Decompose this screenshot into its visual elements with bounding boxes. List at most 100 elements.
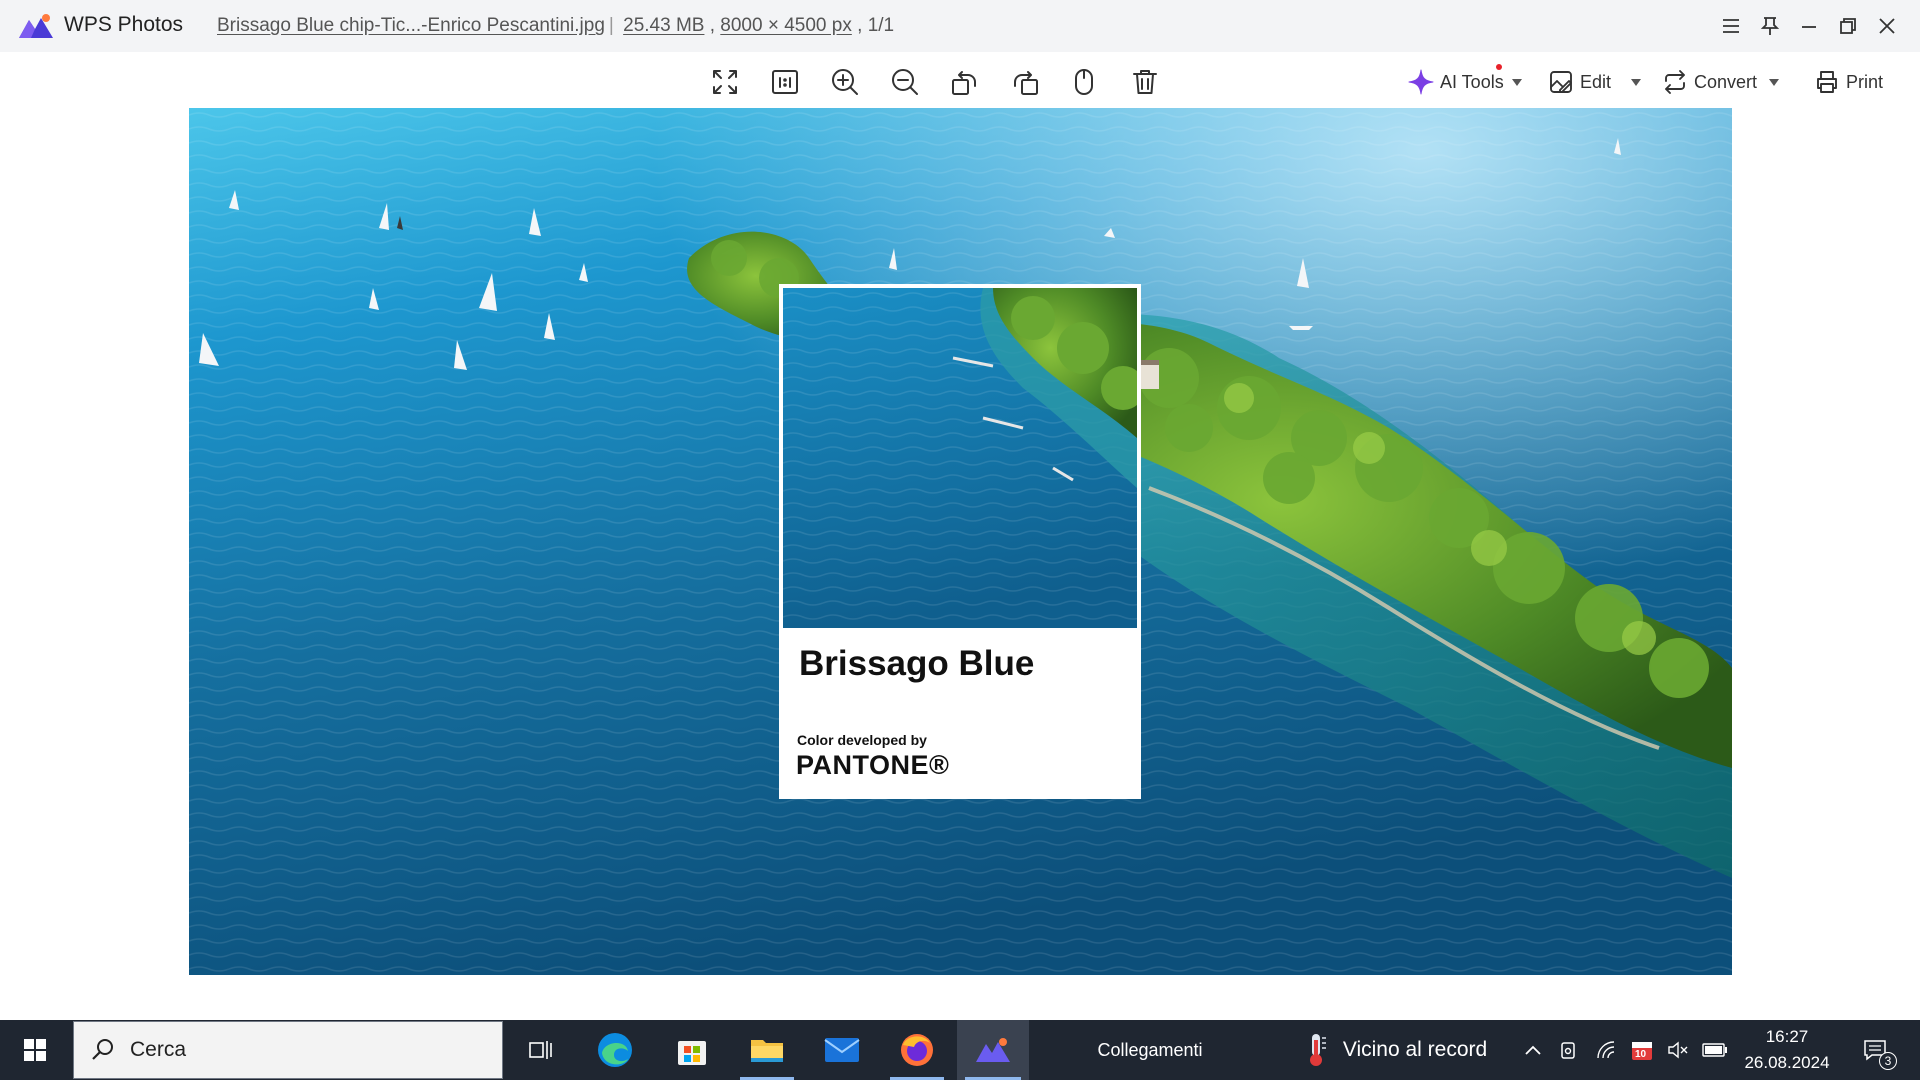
clock-time: 16:27 <box>1765 1027 1809 1046</box>
network-button[interactable] <box>1592 1020 1622 1080</box>
widgets-label: Collegamenti <box>1097 1039 1203 1060</box>
task-view-icon <box>529 1041 552 1059</box>
taskbar-search-box[interactable]: Cerca <box>73 1021 503 1079</box>
restore-button[interactable] <box>1828 8 1867 44</box>
volume-button[interactable] <box>1663 1020 1693 1080</box>
microsoft-store-icon <box>678 1041 706 1065</box>
new-badge-dot <box>1496 64 1502 70</box>
trash-icon <box>1133 70 1157 94</box>
mail-icon <box>824 1038 860 1062</box>
convert-menu[interactable]: Convert <box>1662 64 1780 100</box>
card-photo-window <box>783 288 1137 628</box>
calendar-badge: 10 <box>1635 1049 1647 1060</box>
ai-tools-menu[interactable]: AI Tools <box>1408 64 1522 100</box>
wifi-icon <box>1597 1041 1615 1059</box>
pin-icon <box>1760 17 1779 35</box>
weather-text: Vicino al record <box>1342 1038 1488 1061</box>
weather-widget[interactable]: Vicino al record <box>1290 1020 1500 1080</box>
app-name: WPS Photos <box>64 13 184 36</box>
print-button[interactable]: Print <box>1814 64 1883 100</box>
restore-icon <box>1839 18 1856 34</box>
firefox-button[interactable] <box>882 1020 952 1080</box>
edit-menu[interactable]: Edit <box>1548 64 1642 100</box>
notifications-button[interactable]: 3 <box>1850 1020 1900 1080</box>
file-name-link[interactable]: Brissago Blue chip-Tic...-Enrico Pescant… <box>217 15 605 36</box>
card-swatch-photo <box>783 288 1137 628</box>
printer-icon <box>1817 71 1837 93</box>
file-size-link[interactable]: 25.43 MB <box>623 15 704 36</box>
delete-button[interactable] <box>1125 62 1165 102</box>
wps-photos-taskbar-button[interactable] <box>957 1020 1029 1080</box>
pantone-color-card: Brissago Blue Color developed by PANTONE… <box>779 284 1141 799</box>
pantone-brand: PANTONE® <box>796 750 950 780</box>
chevron-down-icon <box>1631 78 1642 86</box>
minimize-icon <box>1801 26 1816 28</box>
one-to-one-icon <box>772 70 798 94</box>
fullscreen-button[interactable] <box>705 62 745 102</box>
mail-button[interactable] <box>807 1020 877 1080</box>
start-button[interactable] <box>0 1020 70 1080</box>
chevron-down-icon <box>1511 78 1522 86</box>
chevron-up-icon <box>1525 1045 1541 1055</box>
edge-button[interactable] <box>580 1020 650 1080</box>
rotate-left-button[interactable] <box>945 62 985 102</box>
photo[interactable]: Brissago Blue Color developed by PANTONE… <box>189 108 1732 975</box>
card-subtitle: Color developed by <box>797 732 927 748</box>
edit-image-icon <box>1550 71 1572 93</box>
card-title: Brissago Blue <box>799 644 1035 683</box>
notifications-count: 3 <box>1879 1052 1897 1070</box>
rotate-left-icon <box>952 71 976 95</box>
toolbar: AI Tools Edit Convert Print <box>0 52 1920 108</box>
widgets-button[interactable]: Collegamenti <box>1060 1020 1240 1080</box>
actual-size-button[interactable] <box>765 62 805 102</box>
title-bar: WPS Photos Brissago Blue chip-Tic...-Enr… <box>0 0 1920 52</box>
edge-icon <box>598 1033 632 1067</box>
file-position: 1/1 <box>867 15 895 36</box>
sparkle-icon <box>1408 69 1434 95</box>
thermometer-icon <box>1309 1034 1326 1066</box>
zoom-out-button[interactable] <box>885 62 925 102</box>
calendar-tray-button[interactable]: 10 <box>1627 1020 1657 1080</box>
ai-tools-label: AI Tools <box>1440 71 1504 92</box>
convert-icon <box>1665 70 1685 94</box>
window-controls <box>1711 8 1906 44</box>
zoom-in-button[interactable] <box>825 62 865 102</box>
windows-taskbar: Cerca Collegamenti Vicino al record 10 1… <box>0 1020 1920 1080</box>
file-dimensions-link[interactable]: 8000 × 4500 px <box>720 15 852 36</box>
file-explorer-button[interactable] <box>732 1020 802 1080</box>
expand-icon <box>713 70 737 94</box>
rotate-right-button[interactable] <box>1005 62 1045 102</box>
microsoft-store-button[interactable] <box>657 1020 727 1080</box>
close-button[interactable] <box>1867 8 1906 44</box>
mouse-icon <box>1075 69 1093 95</box>
speaker-muted-icon <box>1668 1041 1688 1059</box>
battery-button[interactable] <box>1699 1020 1731 1080</box>
print-label: Print <box>1846 71 1884 92</box>
hamburger-menu-icon <box>1722 19 1739 33</box>
clock-date: 26.08.2024 <box>1744 1053 1830 1072</box>
menu-button[interactable] <box>1711 8 1750 44</box>
system-clock[interactable]: 16:27 26.08.2024 <box>1732 1024 1842 1076</box>
pin-button[interactable] <box>1750 8 1789 44</box>
minimize-button[interactable] <box>1789 8 1828 44</box>
image-viewer[interactable]: Brissago Blue Color developed by PANTONE… <box>0 108 1920 1020</box>
wps-photos-logo-icon <box>19 14 53 38</box>
chevron-down-icon <box>1769 78 1780 86</box>
zoom-in-icon <box>832 69 858 95</box>
show-hidden-icons-button[interactable] <box>1518 1020 1548 1080</box>
close-icon <box>1878 18 1895 34</box>
camera-icon <box>1561 1042 1575 1059</box>
zoom-out-icon <box>892 69 918 95</box>
windows-logo-icon <box>24 1039 46 1061</box>
wps-photos-icon <box>976 1038 1010 1062</box>
meet-now-button[interactable] <box>1554 1020 1584 1080</box>
rotate-right-icon <box>1014 71 1038 95</box>
mouse-mode-button[interactable] <box>1064 62 1104 102</box>
battery-icon <box>1702 1043 1727 1057</box>
search-icon <box>92 1039 113 1060</box>
task-view-button[interactable] <box>515 1020 565 1080</box>
edit-label: Edit <box>1580 71 1612 92</box>
search-placeholder: Cerca <box>130 1038 187 1061</box>
convert-label: Convert <box>1694 71 1758 92</box>
folder-icon <box>751 1040 783 1062</box>
